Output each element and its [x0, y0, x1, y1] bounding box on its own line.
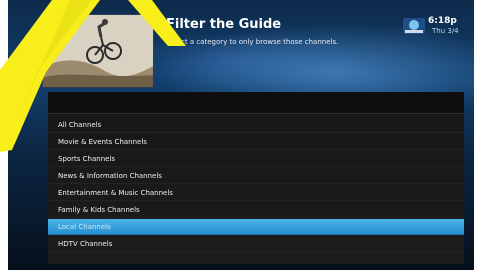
page-title: Filter the Guide	[166, 17, 282, 32]
yellow-annotation-bracket-left	[0, 0, 100, 152]
menu-item-news-information[interactable]: News & Information Channels	[48, 168, 464, 184]
menu-item-entertainment-music[interactable]: Entertainment & Music Channels	[48, 185, 464, 201]
menu-item-family-kids[interactable]: Family & Kids Channels	[48, 202, 464, 218]
page-subtitle: Select a category to only browse those c…	[166, 38, 339, 46]
menu-item-hdtv[interactable]: HDTV Channels	[48, 236, 464, 252]
yellow-annotation-stroke-top	[128, 0, 186, 46]
menu-item-local-channels[interactable]: Local Channels	[48, 219, 464, 235]
clock-date: Thu 3/4	[432, 27, 459, 35]
directv-logo-icon	[403, 18, 425, 34]
